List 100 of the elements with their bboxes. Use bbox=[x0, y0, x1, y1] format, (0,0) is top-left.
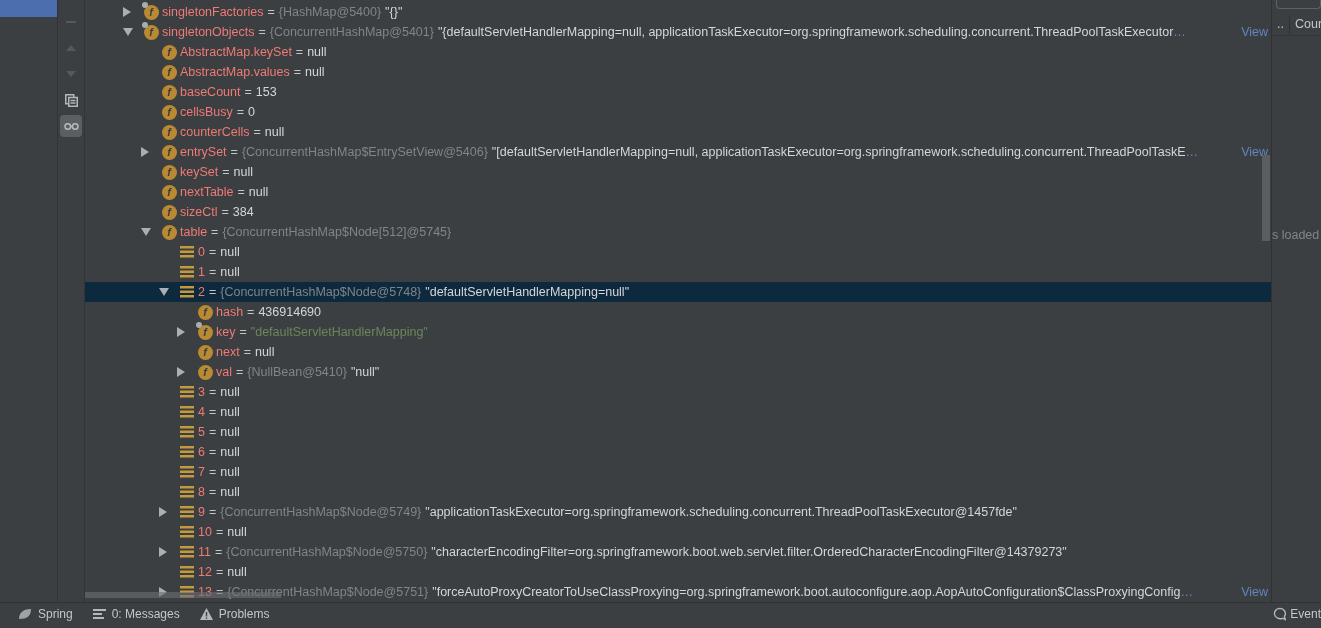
variable-value: null bbox=[254, 343, 275, 361]
tree-row[interactable]: 11 = {ConcurrentHashMap$Node@5750} "characterEncodingFilter=org.springframework.boot.web.servlet.filter.OrderedCharacterEncodingFilter@14379273" bbox=[85, 542, 1271, 562]
variable-value: null bbox=[220, 383, 240, 401]
tree-row[interactable]: f hash = 436914690 bbox=[85, 302, 1271, 322]
equals-sign: = bbox=[215, 583, 224, 601]
tree-row[interactable]: f key = "defaultServletHandlerMapping" bbox=[85, 322, 1271, 342]
variable-name: singletonObjects bbox=[162, 23, 255, 41]
array-element-icon bbox=[180, 506, 194, 518]
panel-tab[interactable]: Cour bbox=[1289, 15, 1321, 34]
variable-value: "forceAutoProxyCreatorToUseClassProxying=org.springframework.boot.autoconfigure.aop.AopAutoConfiguration$ClassProxyingConfig bbox=[432, 583, 1181, 601]
collapsed-arrow-icon[interactable] bbox=[159, 547, 167, 557]
tree-row[interactable]: 0 = null bbox=[85, 242, 1271, 262]
variable-name: val bbox=[216, 363, 232, 381]
field-icon: f bbox=[161, 204, 177, 220]
event-log-button[interactable]: Event bbox=[1273, 605, 1321, 623]
tool-window-button[interactable]: 0: Messages bbox=[92, 605, 180, 623]
variable-value: "characterEncodingFilter=org.springframework.boot.web.servlet.filter.OrderedCharacterEncodingFilter@14379273" bbox=[431, 543, 1067, 561]
tree-row[interactable]: f next = null bbox=[85, 342, 1271, 362]
expanded-arrow-icon[interactable] bbox=[123, 28, 133, 36]
tree-row[interactable]: f table = {ConcurrentHashMap$Node[512]@5745} bbox=[85, 222, 1271, 242]
selected-tree-row[interactable]: 2 = {ConcurrentHashMap$Node@5748} "defaultServletHandlerMapping=null" bbox=[85, 282, 1271, 302]
variable-name: 0 bbox=[198, 243, 205, 261]
collapsed-arrow-icon[interactable] bbox=[159, 507, 167, 517]
tool-window-button[interactable]: Spring bbox=[18, 605, 73, 623]
variable-value: null bbox=[220, 423, 240, 441]
equals-sign: = bbox=[208, 383, 217, 401]
search-field[interactable] bbox=[1276, 0, 1321, 9]
equals-sign: = bbox=[208, 263, 217, 281]
tool-window-button[interactable]: Problems bbox=[199, 605, 270, 623]
tree-row[interactable]: 10 = null bbox=[85, 522, 1271, 542]
variable-name: 1 bbox=[198, 263, 205, 281]
tree-row[interactable]: f entrySet = {ConcurrentHashMap$EntrySetView@5406} "[defaultServletHandlerMapping=null, applicationTaskExecutor=org.springframework.scheduling.concurrent.ThreadPoolTaskE… View bbox=[85, 142, 1271, 162]
expanded-arrow-icon[interactable] bbox=[141, 228, 151, 236]
tree-row[interactable]: f sizeCtl = 384 bbox=[85, 202, 1271, 222]
collapsed-arrow-icon[interactable] bbox=[177, 367, 185, 377]
glasses-button[interactable] bbox=[60, 115, 82, 137]
variable-value: 384 bbox=[232, 203, 254, 221]
variable-value: 153 bbox=[255, 83, 277, 101]
field-icon: f bbox=[197, 364, 213, 380]
ellipsis: … bbox=[1185, 143, 1198, 161]
ellipsis: … bbox=[1173, 23, 1186, 41]
variable-value: 0 bbox=[248, 103, 256, 121]
collapsed-arrow-icon[interactable] bbox=[159, 587, 167, 597]
tree-row[interactable]: f singletonFactories = {HashMap@5400} "{}" bbox=[85, 2, 1271, 22]
field-icon: f bbox=[161, 84, 177, 100]
tree-row[interactable]: 1 = null bbox=[85, 262, 1271, 282]
tree-row[interactable]: f counterCells = null bbox=[85, 122, 1271, 142]
variable-name: 7 bbox=[198, 463, 205, 481]
field-icon: f bbox=[161, 164, 177, 180]
tree-row[interactable]: f cellsBusy = 0 bbox=[85, 102, 1271, 122]
tree-row[interactable]: f val = {NullBean@5410} "null" bbox=[85, 362, 1271, 382]
tree-row[interactable]: f singletonObjects = {ConcurrentHashMap@5401} "{defaultServletHandlerMapping=null, applicationTaskExecutor=org.springframework.scheduling.concurrent.ThreadPoolTaskExecutor… View bbox=[85, 22, 1271, 42]
tree-row[interactable]: f keySet = null bbox=[85, 162, 1271, 182]
equals-sign: = bbox=[295, 43, 304, 61]
variable-name: 5 bbox=[198, 423, 205, 441]
field-icon: f bbox=[161, 144, 177, 160]
variable-value: "defaultServletHandlerMapping" bbox=[250, 323, 428, 341]
vertical-scrollbar[interactable] bbox=[1262, 155, 1270, 241]
variable-value: null bbox=[220, 443, 240, 461]
variable-name: AbstractMap.keySet bbox=[180, 43, 292, 61]
variable-name: sizeCtl bbox=[180, 203, 218, 221]
tree-row[interactable]: 3 = null bbox=[85, 382, 1271, 402]
status-message: s loaded bbox=[1272, 227, 1321, 244]
tree-row[interactable]: f AbstractMap.keySet = null bbox=[85, 42, 1271, 62]
tree-row[interactable]: 4 = null bbox=[85, 402, 1271, 422]
collapsed-arrow-icon[interactable] bbox=[177, 327, 185, 337]
collapsed-arrow-icon[interactable] bbox=[141, 147, 149, 157]
expanded-arrow-icon[interactable] bbox=[159, 288, 169, 296]
field-icon: f bbox=[143, 24, 159, 40]
equals-sign: = bbox=[208, 463, 217, 481]
variable-name: singletonFactories bbox=[162, 3, 264, 21]
tree-row[interactable]: 9 = {ConcurrentHashMap$Node@5749} "applicationTaskExecutor=org.springframework.scheduling.concurrent.ThreadPoolTaskExecutor@1457fde" bbox=[85, 502, 1271, 522]
variable-name: counterCells bbox=[180, 123, 250, 141]
tree-row[interactable]: f baseCount = 153 bbox=[85, 82, 1271, 102]
variable-name: cellsBusy bbox=[180, 103, 233, 121]
variable-name: 10 bbox=[198, 523, 212, 541]
variable-name: 3 bbox=[198, 383, 205, 401]
array-element-icon bbox=[180, 286, 194, 298]
equals-sign: = bbox=[222, 163, 230, 181]
equals-sign: = bbox=[208, 483, 217, 501]
panel-tab[interactable]: .. bbox=[1272, 15, 1290, 34]
array-element-icon bbox=[180, 486, 194, 498]
equals-sign: = bbox=[253, 123, 261, 141]
variable-value: null bbox=[233, 163, 253, 181]
tree-row[interactable]: 8 = null bbox=[85, 482, 1271, 502]
tree-row[interactable]: f AbstractMap.values = null bbox=[85, 62, 1271, 82]
equals-sign: = bbox=[208, 423, 217, 441]
tree-row[interactable]: 7 = null bbox=[85, 462, 1271, 482]
pin-icon bbox=[196, 322, 202, 328]
equals-sign: = bbox=[208, 503, 217, 521]
glasses-icon bbox=[63, 122, 79, 130]
type-label: {NullBean@5410} bbox=[247, 363, 347, 381]
tree-row[interactable]: f nextTable = null bbox=[85, 182, 1271, 202]
tree-row[interactable]: 12 = null bbox=[85, 562, 1271, 582]
tree-row[interactable]: 13 = {ConcurrentHashMap$Node@5751} "forceAutoProxyCreatorToUseClassProxying=org.springframework.boot.autoconfigure.aop.AopAutoConfiguration$ClassProxyingConfig… View bbox=[85, 582, 1271, 602]
array-element-icon bbox=[180, 426, 194, 438]
collapsed-arrow-icon[interactable] bbox=[123, 7, 131, 17]
array-element-icon bbox=[180, 546, 194, 558]
tree-row[interactable]: 5 = null bbox=[85, 422, 1271, 442]
tree-row[interactable]: 6 = null bbox=[85, 442, 1271, 462]
